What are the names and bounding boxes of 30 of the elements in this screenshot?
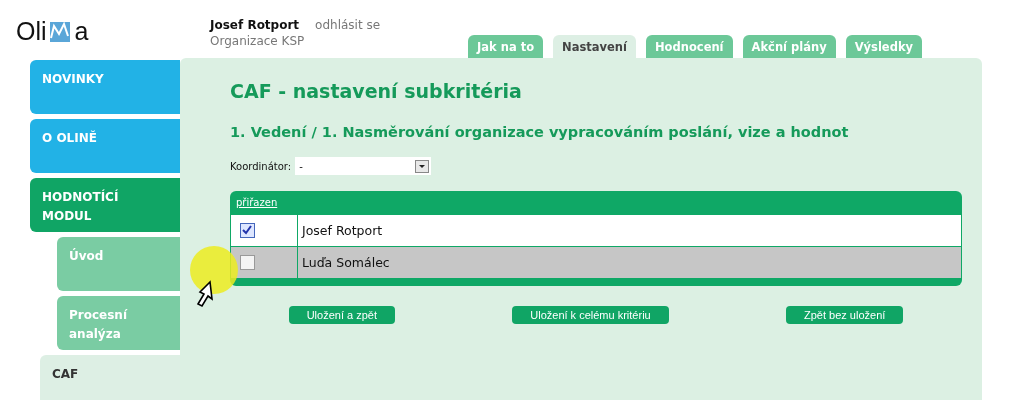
column-header-link[interactable]: přiřazen	[236, 197, 278, 208]
tab[interactable]: Akční plány	[742, 35, 836, 58]
sidebar-item[interactable]: Úvod	[57, 237, 180, 291]
tab[interactable]: Výsledky	[845, 35, 923, 58]
action-button[interactable]: Zpět bez uložení	[786, 306, 904, 324]
tab[interactable]: Jak na to	[468, 35, 544, 58]
page-title: CAF - nastavení subkritéria	[230, 80, 523, 102]
checkbox[interactable]	[240, 255, 255, 270]
table-cell-text: Josef Rotport	[300, 222, 383, 240]
coordinator-label: Koordinátor:	[230, 160, 292, 172]
sidebar-item[interactable]: NOVINKY	[30, 60, 180, 114]
sidebar-item[interactable]: CAF	[40, 355, 180, 400]
logo-text: a	[74, 17, 89, 46]
logo-text: Oli	[16, 17, 47, 46]
section-title: 1. Vedení / 1. Nasměrování organizace vypracováním poslání, vize a hodnot	[230, 124, 850, 140]
tab[interactable]: Nastavení	[553, 35, 636, 58]
tab[interactable]: Hodnocení	[645, 35, 733, 58]
table-row[interactable]: Josef Rotport	[231, 214, 961, 246]
sidebar-item[interactable]: Procesní analýza	[57, 296, 180, 350]
action-button[interactable]: Uložení k celému kritériu	[512, 306, 669, 324]
action-button[interactable]: Uložení a zpět	[288, 306, 395, 324]
user-name: Josef Rotport	[210, 18, 300, 32]
sidebar-item[interactable]: O OLINĚ	[30, 119, 180, 173]
table-cell-text: Luďa Somálec	[301, 254, 390, 272]
checkbox[interactable]	[240, 223, 255, 238]
table-row[interactable]: Luďa Somálec	[231, 246, 961, 278]
coordinator-dropdown[interactable]: -	[295, 157, 432, 175]
sidebar-item[interactable]: HODNOTÍCÍ MODUL	[30, 178, 180, 232]
logout-link[interactable]: odhlásit se	[315, 18, 381, 32]
organization-name: Organizace KSP	[210, 34, 306, 48]
